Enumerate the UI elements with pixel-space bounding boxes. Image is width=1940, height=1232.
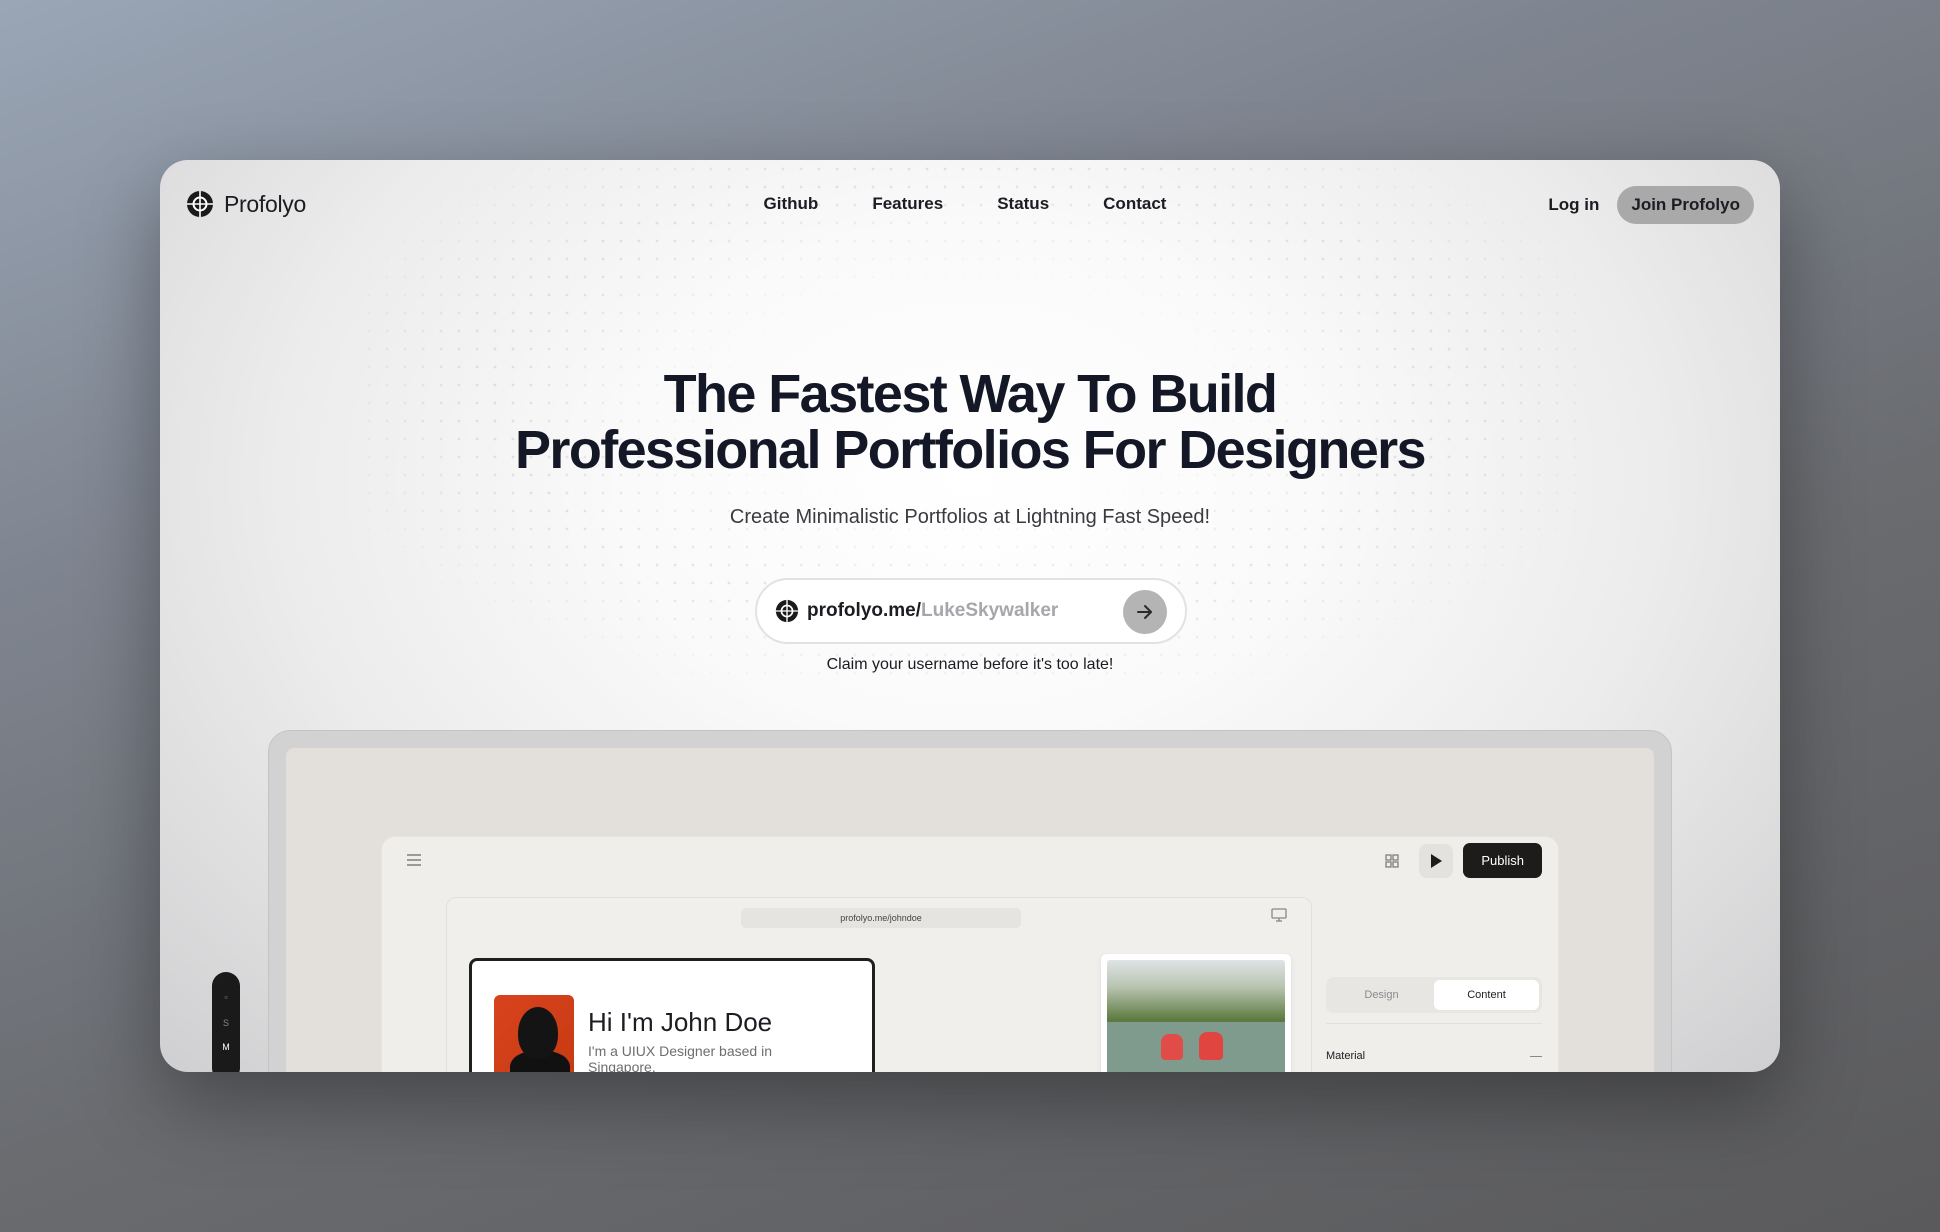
hamburger-menu-icon[interactable] [406,853,422,867]
photo-person [1161,1034,1183,1060]
panel-divider [1326,1023,1542,1024]
login-link[interactable]: Log in [1548,195,1599,215]
nav-link-contact[interactable]: Contact [1103,194,1166,214]
url-prefix: profolyo.me/ [807,600,922,621]
collapse-icon[interactable] [1530,1055,1542,1057]
grid-view-button[interactable] [1375,844,1409,878]
nav-link-features[interactable]: Features [872,194,943,214]
copy-icon[interactable]: ▫ [212,992,240,1002]
avatar [494,995,574,1072]
size-selector[interactable]: ▫ S M [212,972,240,1072]
size-option-m[interactable]: M [212,1042,240,1052]
hero-title: The Fastest Way To Build Professional Po… [160,366,1780,478]
material-section-header[interactable]: Material [1326,1050,1542,1062]
username-claim-field[interactable]: profolyo.me/ [755,578,1187,644]
material-label: Material [1326,1050,1366,1062]
profile-card[interactable]: Hi I'm John Doe I'm a UIUX Designer base… [469,958,875,1072]
preview-url-bar: profolyo.me/johndoe [741,908,1021,928]
join-button[interactable]: Join Profolyo [1617,186,1754,224]
photo-image [1107,960,1285,1072]
editor-toolbar: Publish [1375,843,1542,878]
play-icon [1431,853,1443,868]
claim-note: Claim your username before it's too late… [826,656,1114,673]
hero-subtitle: Create Minimalistic Portfolios at Lightn… [729,506,1211,528]
nav-link-status[interactable]: Status [997,194,1049,214]
hero-title-line-1: The Fastest Way To Build [663,364,1278,424]
nav-link-github[interactable]: Github [764,194,819,214]
browser-window: Profolyo Github Features Status Contact … [160,160,1780,1072]
properties-panel: Design Content Material [1326,977,1542,1062]
photo-widget[interactable] [1101,954,1291,1072]
claim-submit-button[interactable] [1123,590,1167,634]
portfolio-canvas: profolyo.me/johndoe Hi I'm John Doe I'm … [446,897,1312,1072]
profile-bio: I'm a UIUX Designer based in Singapore. [588,1043,772,1072]
nav-links: Github Features Status Contact [160,194,1780,214]
desktop-monitor-icon[interactable] [1271,908,1287,922]
editor-preview: Publish profolyo.me/johndoe Hi I'm John … [381,836,1559,1072]
avatar-head [518,1007,558,1059]
grid-icon [1385,853,1399,868]
size-option-s[interactable]: S [212,1018,240,1028]
tab-content[interactable]: Content [1434,980,1539,1010]
panel-tabs: Design Content [1326,977,1542,1013]
arrow-right-icon [1137,605,1152,619]
nav-actions: Log in Join Profolyo [1548,186,1754,224]
preview-play-button[interactable] [1419,843,1454,878]
publish-button[interactable]: Publish [1463,843,1542,878]
profile-name: Hi I'm John Doe [588,1007,773,1037]
photo-court [1107,1022,1285,1072]
username-input[interactable] [921,600,1122,622]
profolyo-logo-icon [775,599,799,623]
top-nav: Profolyo Github Features Status Contact … [160,160,1780,250]
tab-design[interactable]: Design [1329,980,1434,1010]
hero-title-line-2: Professional Portfolios For Designers [514,420,1427,480]
photo-person [1199,1032,1223,1060]
